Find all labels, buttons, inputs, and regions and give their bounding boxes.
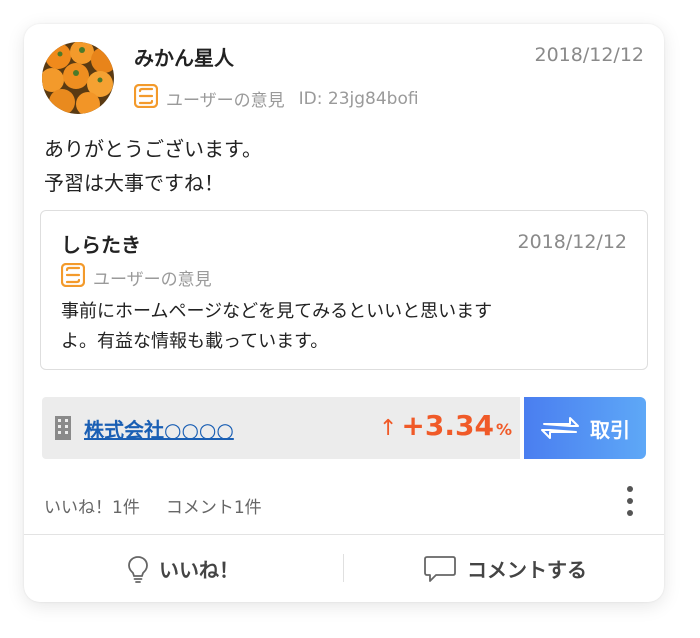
quoted-comment[interactable]: しらたき 2018/12/12 ユーザーの意見 事前にホームページなどを見てみる… bbox=[40, 210, 648, 370]
action-separator bbox=[343, 554, 344, 582]
quote-text: 事前にホームページなどを見てみるといいと思います よ。有益な情報も載っています。 bbox=[61, 297, 631, 357]
avatar-image bbox=[42, 42, 114, 114]
like-count[interactable]: いいね！1件 bbox=[44, 498, 140, 518]
company-link[interactable]: 株式会社○○○○ bbox=[84, 414, 234, 443]
post-body: ありがとうございます。 予習は大事ですね！ bbox=[44, 132, 262, 200]
lightbulb-icon bbox=[128, 555, 148, 583]
post-badge-label: ユーザーの意見 bbox=[166, 91, 285, 111]
like-button-label: いいね！ bbox=[159, 558, 239, 582]
more-vertical-icon[interactable] bbox=[624, 486, 636, 522]
trade-button-label: 取引 bbox=[590, 417, 630, 442]
trade-button[interactable]: 取引 bbox=[524, 397, 646, 459]
price-change: ↑ +3.34 % bbox=[379, 409, 512, 442]
quote-date: 2018/12/12 bbox=[517, 231, 627, 253]
quote-text-line: 事前にホームページなどを見てみるといいと思います bbox=[61, 301, 493, 322]
reaction-stats: いいね！1件 コメント1件 bbox=[44, 493, 262, 518]
up-arrow-icon: ↑ bbox=[378, 416, 398, 441]
comment-count[interactable]: コメント1件 bbox=[166, 498, 262, 518]
post-author[interactable]: みかん星人 bbox=[134, 42, 234, 71]
swap-arrows-icon bbox=[541, 417, 579, 439]
stock-bar: 株式会社○○○○ ↑ +3.34 % bbox=[42, 397, 520, 459]
post-body-line: ありがとうございます。 bbox=[44, 137, 262, 161]
speech-bubble-icon bbox=[424, 555, 456, 582]
post-card: みかん星人 2018/12/12 ユーザーの意見 ID: 23jg84bofi … bbox=[24, 24, 664, 602]
avatar[interactable] bbox=[42, 42, 114, 114]
quote-badge-label: ユーザーの意見 bbox=[93, 270, 212, 290]
post-date: 2018/12/12 bbox=[534, 44, 644, 66]
price-change-value: +3.34 bbox=[401, 409, 494, 442]
comment-button[interactable]: コメントする bbox=[346, 535, 664, 602]
quote-author[interactable]: しらたき bbox=[61, 229, 141, 258]
post-user-id: ID: 23jg84bofi bbox=[298, 88, 419, 109]
post-badge-row: ユーザーの意見 ID: 23jg84bofi bbox=[133, 83, 419, 113]
post-body-line: 予習は大事ですね！ bbox=[44, 171, 224, 195]
quote-text-line: よ。有益な情報も載っています。 bbox=[61, 331, 329, 352]
building-icon bbox=[54, 415, 72, 445]
comment-button-label: コメントする bbox=[467, 558, 587, 582]
opinion-badge-icon bbox=[60, 262, 86, 292]
quote-badge-row: ユーザーの意見 bbox=[60, 262, 212, 292]
like-button[interactable]: いいね！ bbox=[24, 535, 342, 602]
opinion-badge-icon bbox=[133, 83, 159, 113]
price-change-unit: % bbox=[495, 420, 512, 439]
